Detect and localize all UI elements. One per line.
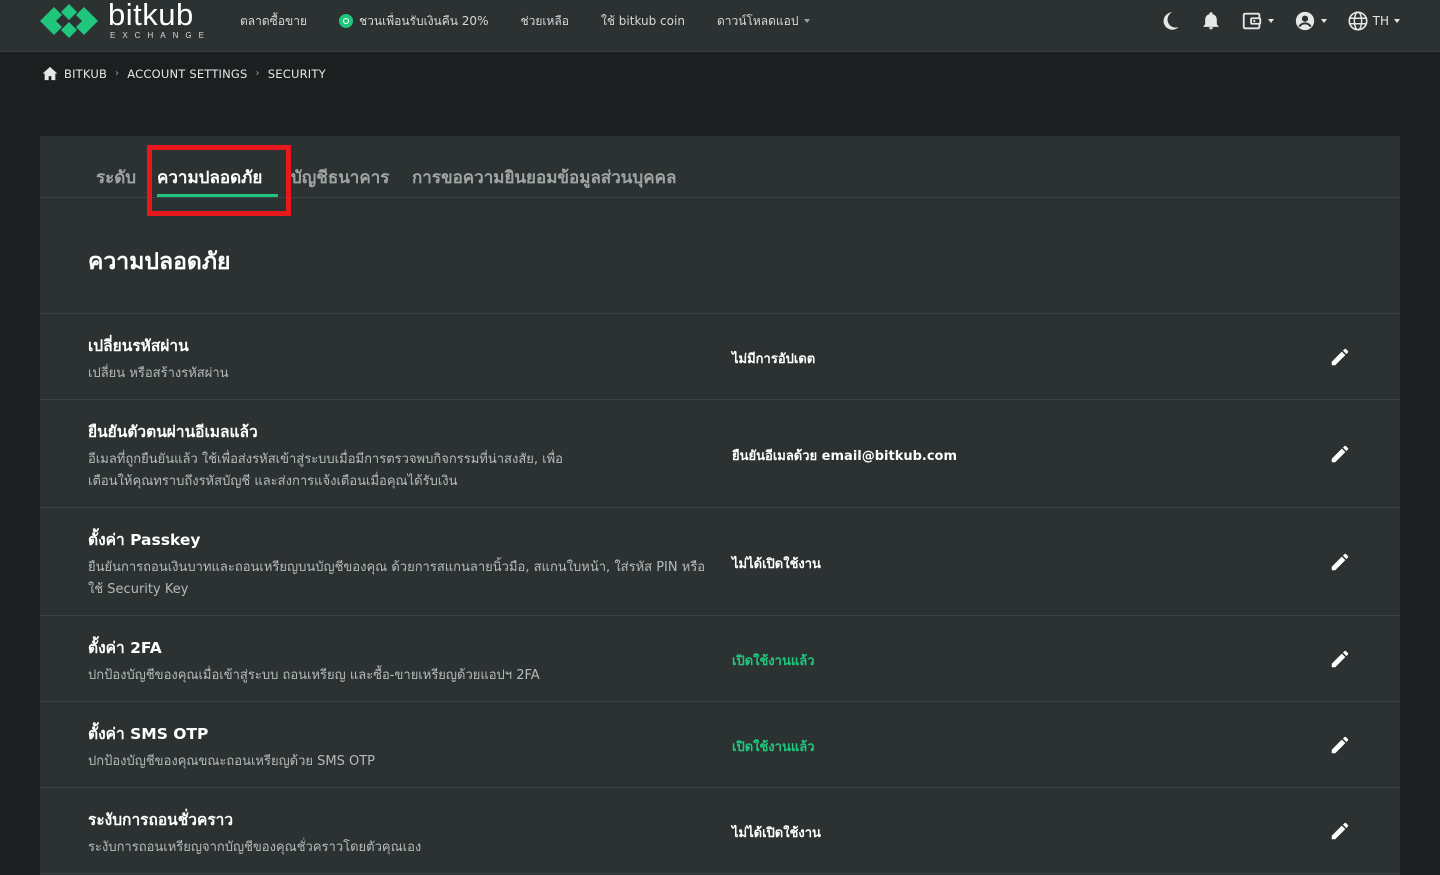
- setting-row-password: เปลี่ยนรหัสผ่าน เปลี่ยน หรือสร้างรหัสผ่า…: [40, 314, 1400, 400]
- brand-name: bitkub: [108, 0, 194, 32]
- globe-icon: [1348, 11, 1368, 31]
- breadcrumb-current: SECURITY: [267, 66, 326, 81]
- tab-security[interactable]: ความปลอดภัย: [157, 164, 262, 191]
- nav-market-link[interactable]: ตลาดซื้อขาย: [240, 12, 307, 31]
- nav-download-label: ดาวน์โหลดแอป: [716, 13, 799, 28]
- setting-description: ปกป้องบัญชีของคุณขณะถอนเหรียญด้วย SMS OT…: [88, 754, 376, 769]
- setting-title: ยืนยันตัวตนผ่านอีเมลแล้ว: [88, 423, 258, 441]
- pencil-icon: [1331, 822, 1349, 840]
- page-title: ความปลอดภัย: [88, 249, 231, 275]
- user-icon: [1295, 11, 1314, 31]
- nav-actions: TH: [1139, 0, 1400, 42]
- nav-download-dropdown[interactable]: ดาวน์โหลดแอป: [717, 12, 810, 31]
- setting-status: เปิดใช้งานแล้ว: [732, 654, 815, 669]
- brand-tagline: EXCHANGE: [110, 31, 211, 40]
- pencil-icon: [1331, 348, 1349, 366]
- bitkub-wordmark: bitkub EXCHANGE: [108, 0, 204, 41]
- setting-status: ยืนยันอีเมลด้วย email@bitkub.com: [732, 449, 958, 464]
- breadcrumb: BITKUB › ACCOUNT SETTINGS › SECURITY: [42, 66, 326, 81]
- top-navbar: bitkub EXCHANGE ตลาดซื้อขาย ชวนเพื่อนรับ…: [0, 0, 1440, 52]
- setting-description: ปกป้องบัญชีของคุณเมื่อเข้าสู่ระบบ ถอนเหร…: [88, 668, 540, 683]
- setting-row-withdraw-freeze: ระงับการถอนชั่วคราว ระงับการถอนเหรียญจาก…: [40, 788, 1400, 874]
- setting-row-2fa: ตั้งค่า 2FA ปกป้องบัญชีของคุณเมื่อเข้าสู…: [40, 616, 1400, 702]
- edit-email-button[interactable]: [1328, 442, 1352, 466]
- tab-level[interactable]: ระดับ: [96, 164, 136, 191]
- setting-row-sms-otp: ตั้งค่า SMS OTP ปกป้องบัญชีของคุณขณะถอนเ…: [40, 702, 1400, 788]
- settings-tabs: ระดับ ความปลอดภัย บัญชีธนาคาร การขอความย…: [40, 136, 1400, 216]
- chevron-down-icon: [1394, 19, 1400, 23]
- setting-title: ตั้งค่า Passkey: [88, 531, 201, 549]
- setting-description: เปลี่ยน หรือสร้างรหัสผ่าน: [88, 366, 229, 381]
- tab-bank-account[interactable]: บัญชีธนาคาร: [291, 164, 389, 191]
- setting-title: ตั้งค่า 2FA: [88, 639, 162, 657]
- wallet-icon: [1242, 12, 1261, 30]
- chevron-right-icon: ›: [255, 68, 260, 79]
- security-settings-list: เปลี่ยนรหัสผ่าน เปลี่ยน หรือสร้างรหัสผ่า…: [40, 313, 1400, 874]
- nav-help-link[interactable]: ช่วยเหลือ: [520, 12, 569, 31]
- bitkub-logo[interactable]: bitkub EXCHANGE: [40, 0, 204, 42]
- notifications-button[interactable]: [1201, 11, 1221, 31]
- chevron-down-icon: [1320, 19, 1327, 23]
- edit-sms-otp-button[interactable]: [1328, 733, 1352, 757]
- setting-description: อีเมลที่ถูกยืนยันแล้ว ใช้เพื่อส่งรหัสเข้…: [88, 452, 563, 489]
- theme-toggle-button[interactable]: [1159, 10, 1181, 32]
- setting-title: เปลี่ยนรหัสผ่าน: [88, 337, 189, 355]
- settings-card: ระดับ ความปลอดภัย บัญชีธนาคาร การขอความย…: [40, 136, 1400, 875]
- bell-icon: [1203, 12, 1219, 30]
- edit-2fa-button[interactable]: [1328, 647, 1352, 671]
- tab-privacy-consent[interactable]: การขอความยินยอมข้อมูลส่วนบุคคล: [412, 164, 676, 191]
- setting-title: ตั้งค่า SMS OTP: [88, 725, 209, 743]
- edit-withdraw-freeze-button[interactable]: [1328, 819, 1352, 843]
- coin-icon: [339, 14, 354, 28]
- language-label: TH: [1372, 14, 1389, 28]
- pencil-icon: [1331, 553, 1349, 571]
- pencil-icon: [1331, 736, 1349, 754]
- active-tab-indicator: [157, 194, 278, 197]
- pencil-icon: [1331, 445, 1349, 463]
- breadcrumb-home[interactable]: BITKUB: [64, 67, 107, 81]
- moon-icon: [1163, 12, 1179, 30]
- nav-invite-link[interactable]: ชวนเพื่อนรับเงินคืน 20%: [339, 12, 488, 31]
- breadcrumb-account-settings[interactable]: ACCOUNT SETTINGS: [127, 67, 247, 81]
- setting-description: ยืนยันการถอนเงินบาทและถอนเหรียญบนบัญชีขอ…: [88, 560, 706, 597]
- nav-links: ตลาดซื้อขาย ชวนเพื่อนรับเงินคืน 20% ช่วย…: [240, 0, 810, 42]
- setting-status: ไม่มีการอัปเดต: [732, 352, 816, 367]
- edit-passkey-button[interactable]: [1328, 550, 1352, 574]
- setting-row-email: ยืนยันตัวตนผ่านอีเมลแล้ว อีเมลที่ถูกยืนย…: [40, 400, 1400, 508]
- user-dropdown[interactable]: [1294, 10, 1327, 32]
- pencil-icon: [1331, 650, 1349, 668]
- setting-status: ไม่ได้เปิดใช้งาน: [732, 557, 821, 572]
- chevron-right-icon: ›: [115, 68, 120, 79]
- chevron-down-icon: [803, 19, 810, 23]
- wallet-dropdown[interactable]: [1241, 10, 1274, 32]
- nav-invite-label: ชวนเพื่อนรับเงินคืน 20%: [359, 13, 489, 28]
- nav-bitkub-coin-link[interactable]: ใช้ bitkub coin: [601, 12, 685, 31]
- setting-status: ไม่ได้เปิดใช้งาน: [732, 826, 821, 841]
- bitkub-logo-mark-icon: [40, 4, 98, 38]
- setting-title: ระงับการถอนชั่วคราว: [88, 811, 234, 829]
- chevron-down-icon: [1267, 19, 1274, 23]
- language-dropdown[interactable]: TH: [1347, 10, 1400, 32]
- setting-status: เปิดใช้งานแล้ว: [732, 740, 815, 755]
- setting-description: ระงับการถอนเหรียญจากบัญชีของคุณชั่วคราวโ…: [88, 840, 422, 855]
- edit-password-button[interactable]: [1328, 345, 1352, 369]
- setting-row-passkey: ตั้งค่า Passkey ยืนยันการถอนเงินบาทและถอ…: [40, 508, 1400, 616]
- home-icon[interactable]: [42, 66, 58, 81]
